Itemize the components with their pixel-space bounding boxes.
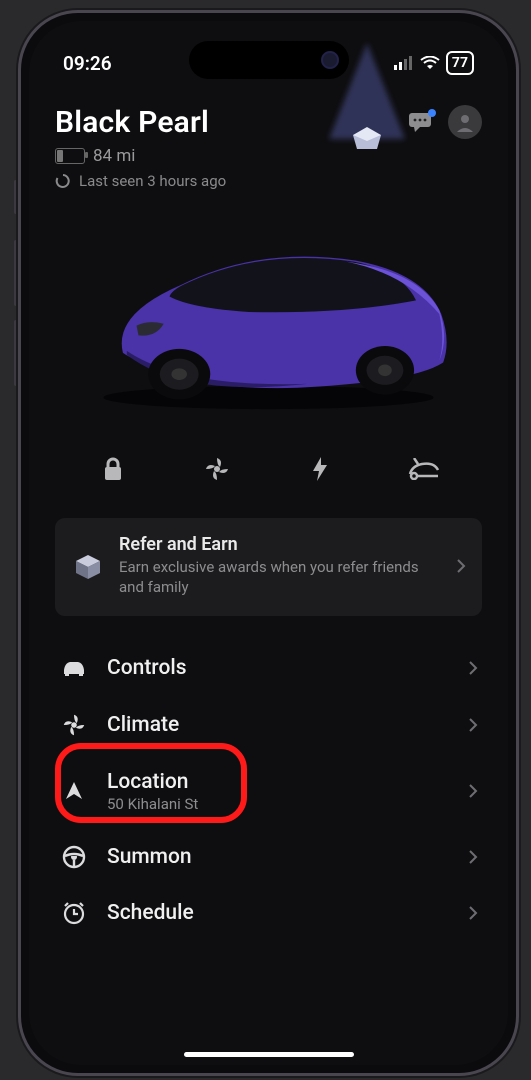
menu-item-sublabel: 50 Kihalani St [107,795,450,813]
lock-button[interactable] [83,448,143,490]
chevron-right-icon [468,849,478,865]
chevron-right-icon [468,905,478,921]
quick-actions [55,448,482,490]
menu-list: Controls Climate [55,640,482,941]
screen: 09:26 77 [29,21,508,1065]
chevron-right-icon [456,558,466,574]
fan-button[interactable] [187,448,247,490]
home-indicator[interactable] [184,1052,354,1057]
messages-button[interactable] [408,111,434,133]
chevron-right-icon [468,717,478,733]
range-label: 84 mi [93,146,135,166]
status-battery: 77 [446,51,474,75]
profile-button[interactable] [448,105,482,139]
refer-card-title: Refer and Earn [119,534,442,555]
status-time: 09:26 [63,52,112,75]
location-arrow-icon [59,780,89,802]
cube-icon [71,549,105,583]
menu-item-label: Controls [107,656,450,680]
wifi-icon [420,56,440,70]
refer-card-subtitle: Earn exclusive awards when you refer fri… [119,557,442,598]
menu-item-climate[interactable]: Climate [55,696,482,754]
charge-button[interactable] [290,448,350,490]
vehicle-image [55,204,482,424]
notification-dot [428,109,436,117]
fan-icon [59,712,89,738]
chevron-right-icon [468,660,478,676]
car-icon [59,658,89,678]
menu-item-label: Summon [107,845,450,869]
menu-item-schedule[interactable]: Schedule [55,885,482,941]
frunk-button[interactable] [394,448,454,490]
cellular-icon [394,56,414,70]
steering-wheel-icon [59,845,89,869]
menu-item-controls[interactable]: Controls [55,640,482,696]
refresh-icon [55,173,71,189]
alarm-clock-icon [59,901,89,925]
menu-item-summon[interactable]: Summon [55,829,482,885]
battery-level-icon [55,148,85,164]
last-seen-label: Last seen 3 hours ago [79,172,226,190]
dynamic-island [189,41,349,79]
menu-item-location[interactable]: Location 50 Kihalani St [55,754,482,829]
refer-card[interactable]: Refer and Earn Earn exclusive awards whe… [55,518,482,616]
menu-item-label: Climate [107,713,450,737]
menu-item-label: Location [107,770,450,794]
menu-item-label: Schedule [107,901,450,925]
chevron-right-icon [468,783,478,799]
